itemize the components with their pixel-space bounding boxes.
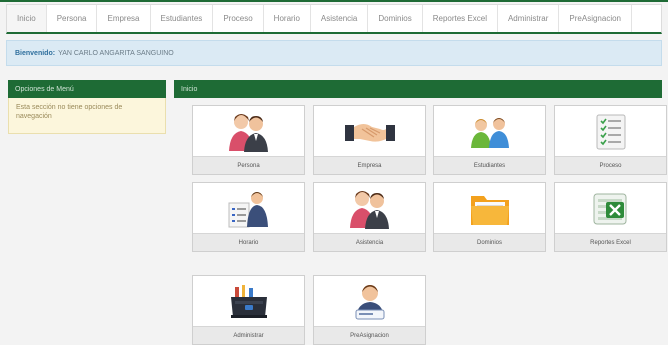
welcome-label: Bienvenido: xyxy=(15,49,56,57)
home-panel: Inicio Persona Empresa Estudiantes Proce… xyxy=(174,80,667,345)
students-icon xyxy=(434,106,545,157)
tile-estudiantes[interactable]: Estudiantes xyxy=(433,105,546,175)
nav-item-proceso[interactable]: Proceso xyxy=(213,5,264,32)
attendance-people-icon xyxy=(314,183,425,234)
schedule-person-icon xyxy=(193,183,304,234)
tile-label: Horario xyxy=(193,233,304,251)
folder-icon xyxy=(434,183,545,234)
tile-label: Asistencia xyxy=(314,233,425,251)
tile-horario[interactable]: Horario xyxy=(192,182,305,252)
tile-label: Reportes Excel xyxy=(555,233,666,251)
tile-persona[interactable]: Persona xyxy=(192,105,305,175)
handshake-icon xyxy=(314,106,425,157)
tile-label: Estudiantes xyxy=(434,156,545,174)
menu-options-panel: Opciones de Menú Esta sección no tiene o… xyxy=(8,80,166,134)
user-card-icon xyxy=(314,276,425,327)
toolbox-icon xyxy=(193,276,304,327)
tile-label: Proceso xyxy=(555,156,666,174)
tile-label: Empresa xyxy=(314,156,425,174)
nav-item-dominios[interactable]: Dominios xyxy=(368,5,423,32)
tile-preasignacion[interactable]: PreAsignacion xyxy=(313,275,426,345)
tile-label: PreAsignacion xyxy=(314,326,425,344)
nav-item-preasignacion[interactable]: PreAsignacion xyxy=(559,5,633,32)
nav-item-inicio[interactable]: Inicio xyxy=(7,5,47,32)
home-panel-title: Inicio xyxy=(174,80,662,98)
nav-item-empresa[interactable]: Empresa xyxy=(97,5,151,32)
nav-item-horario[interactable]: Horario xyxy=(264,5,311,32)
tile-dominios[interactable]: Dominios xyxy=(433,182,546,252)
top-accent-line xyxy=(0,0,668,2)
tile-asistencia[interactable]: Asistencia xyxy=(313,182,426,252)
menu-options-title: Opciones de Menú xyxy=(8,80,166,98)
people-icon xyxy=(193,106,304,157)
welcome-user-name: YAN CARLO ANGARITA SANGUINO xyxy=(58,49,174,57)
main-navigation: Inicio Persona Empresa Estudiantes Proce… xyxy=(6,4,662,34)
nav-item-asistencia[interactable]: Asistencia xyxy=(311,5,369,32)
nav-item-estudiantes[interactable]: Estudiantes xyxy=(151,5,214,32)
tile-label: Administrar xyxy=(193,326,304,344)
nav-item-persona[interactable]: Persona xyxy=(47,5,98,32)
tile-reportes-excel[interactable]: Reportes Excel xyxy=(554,182,667,252)
nav-item-reportes-excel[interactable]: Reportes Excel xyxy=(423,5,498,32)
tile-empresa[interactable]: Empresa xyxy=(313,105,426,175)
excel-icon xyxy=(555,183,666,234)
menu-options-message: Esta sección no tiene opciones de navega… xyxy=(8,98,166,134)
tile-administrar[interactable]: Administrar xyxy=(192,275,305,345)
tile-proceso[interactable]: Proceso xyxy=(554,105,667,175)
tile-label: Persona xyxy=(193,156,304,174)
welcome-banner: Bienvenido: YAN CARLO ANGARITA SANGUINO xyxy=(6,40,662,66)
module-grid: Persona Empresa Estudiantes Proceso Hora… xyxy=(174,98,667,345)
tile-label: Dominios xyxy=(434,233,545,251)
checklist-icon xyxy=(555,106,666,157)
nav-item-administrar[interactable]: Administrar xyxy=(498,5,560,32)
